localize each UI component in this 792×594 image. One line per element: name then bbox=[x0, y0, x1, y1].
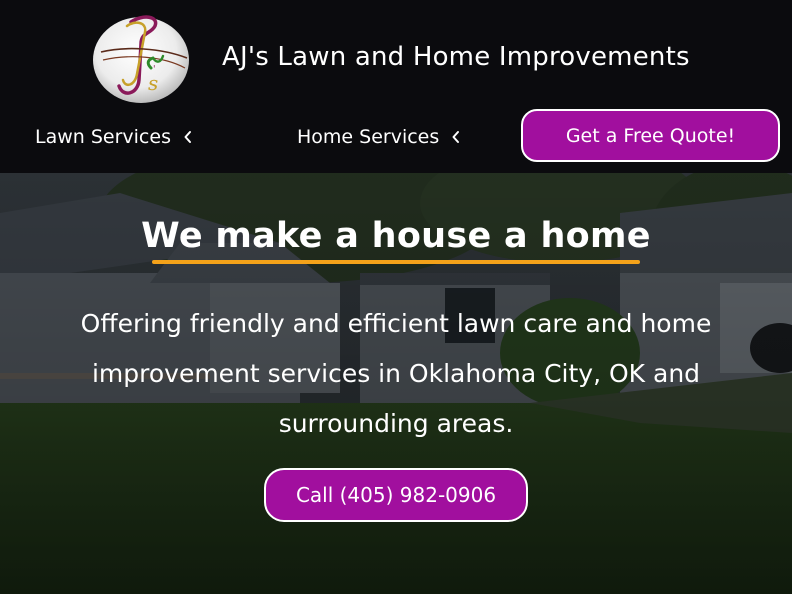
brand-name[interactable]: AJ's Lawn and Home Improvements bbox=[222, 42, 690, 72]
hero-section: We make a house a home Offering friendly… bbox=[0, 173, 792, 594]
chevron-left-icon bbox=[452, 131, 460, 143]
site-header: s ' AJ's Lawn and Home Improvements Lawn… bbox=[0, 0, 792, 173]
chevron-left-icon bbox=[184, 131, 191, 143]
nav-home-services[interactable]: Home Services bbox=[297, 124, 461, 150]
aj-monogram-logo-icon[interactable]: s ' bbox=[91, 10, 191, 104]
nav-lawn-services[interactable]: Lawn Services bbox=[35, 124, 193, 150]
title-underline bbox=[152, 260, 640, 264]
nav-lawn-services-label: Lawn Services bbox=[35, 126, 171, 148]
nav-home-services-label: Home Services bbox=[297, 126, 440, 148]
call-phone-button[interactable]: Call (405) 982-0906 bbox=[264, 468, 528, 522]
svg-text:': ' bbox=[153, 65, 155, 75]
hero-description: Offering friendly and efficient lawn car… bbox=[80, 309, 712, 438]
hero-title: We make a house a home bbox=[141, 216, 651, 256]
free-quote-button[interactable]: Get a Free Quote! bbox=[521, 109, 780, 162]
